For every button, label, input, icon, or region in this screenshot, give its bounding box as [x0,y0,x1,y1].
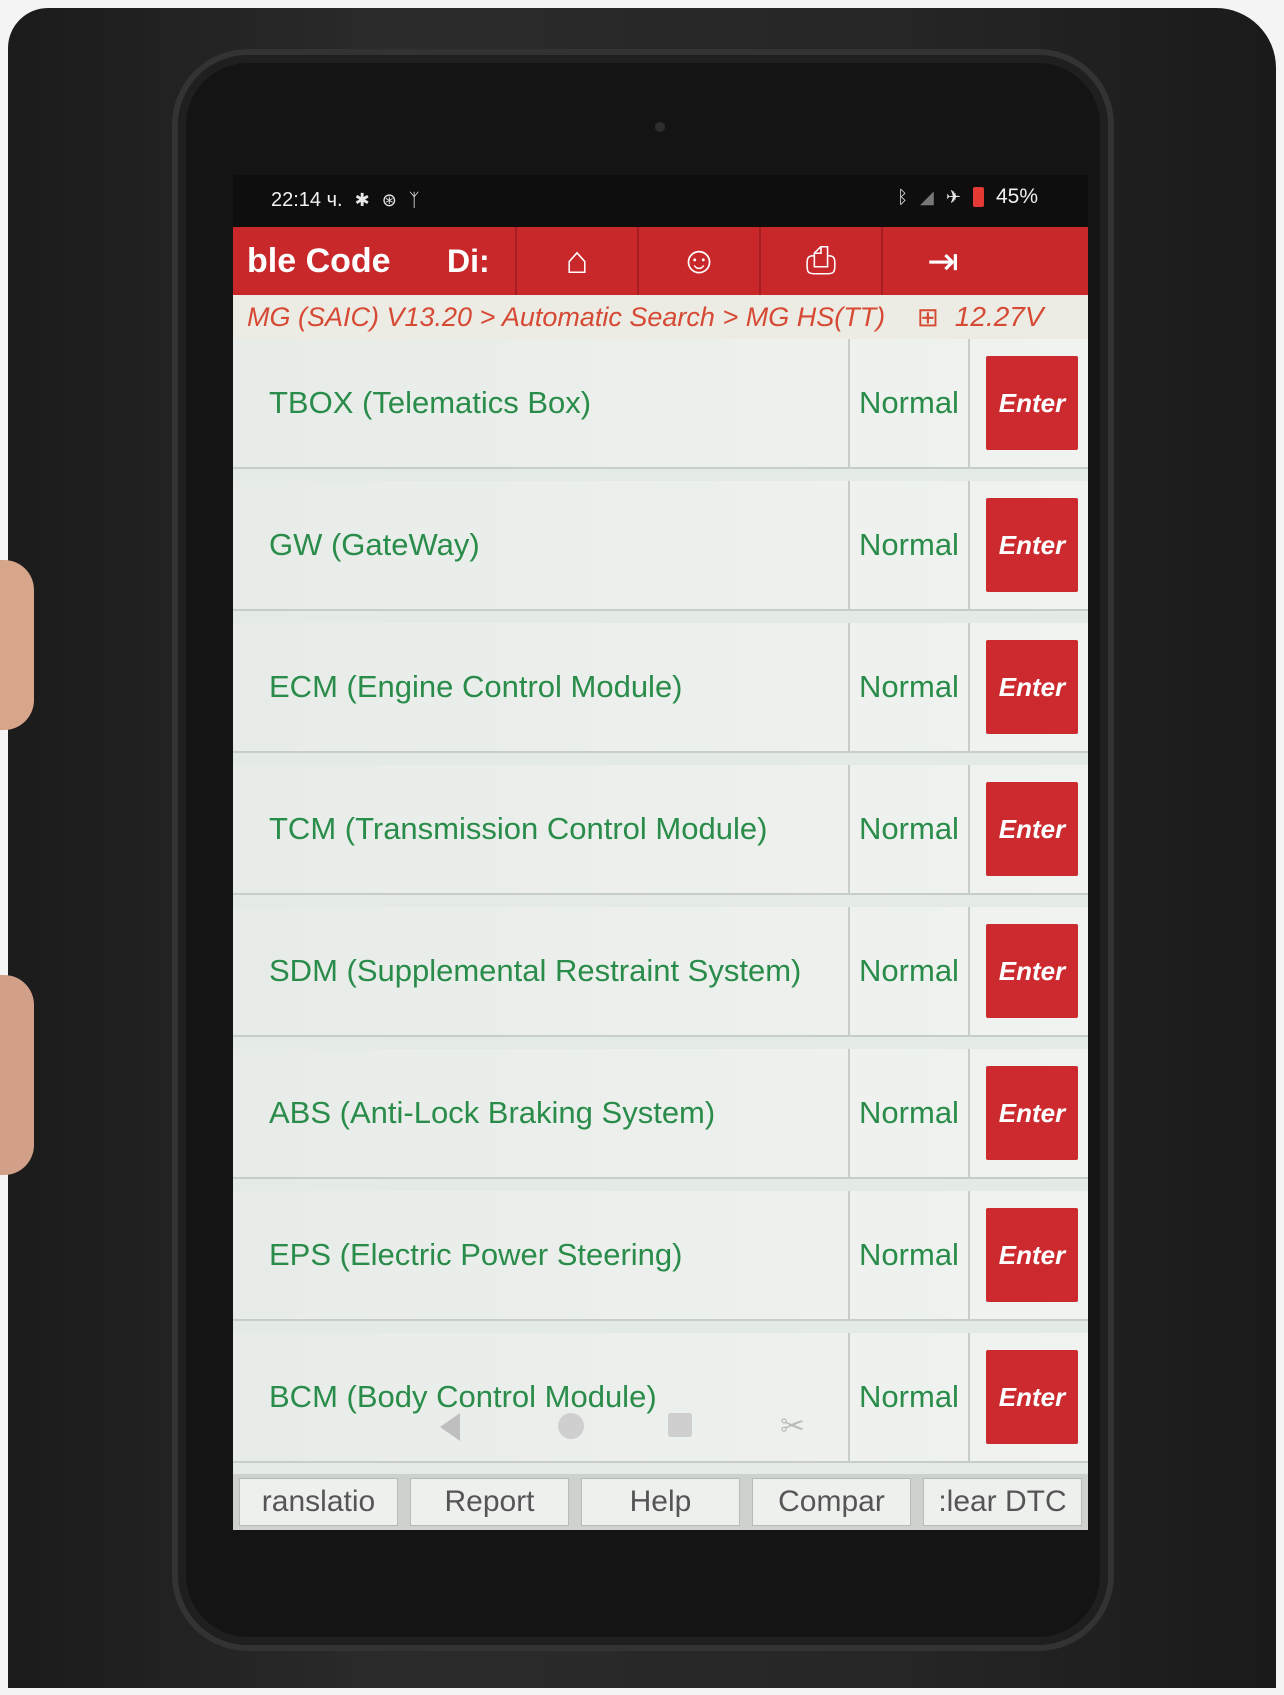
help-button[interactable]: Help [581,1478,740,1526]
usb-diagnostic-icon: ᛉ [408,190,420,210]
finger [0,560,34,730]
enter-button[interactable]: Enter [986,1066,1078,1160]
system-name: TBOX (Telematics Box) [269,385,592,420]
clock: 22:14 ч. [271,189,343,211]
system-name: ABS (Anti-Lock Braking System) [269,1095,716,1130]
signal-icon: ◢ [920,186,934,207]
tab-diagnostic[interactable]: Di: [447,243,515,280]
breadcrumb: MG (SAIC) V13.20 > Automatic Search > MG… [233,295,1088,339]
print-button[interactable]: ⎙ [759,227,881,295]
system-name: ECM (Engine Control Module) [269,669,683,704]
back-icon[interactable] [440,1413,460,1441]
airplane-icon: ✈ [945,186,961,207]
system-status: Normal [848,339,970,467]
android-nav-bar: ✂ [400,1405,820,1465]
system-name: GW (GateWay) [269,527,480,562]
support-agent-icon: ☺ [679,239,719,282]
system-row: ABS (Anti-Lock Braking System) Normal En… [233,1049,1088,1179]
page-title: ble Code [247,241,391,280]
enter-button[interactable]: Enter [986,924,1078,1018]
exit-button[interactable]: ⇥ [881,227,1003,295]
breadcrumb-path: MG (SAIC) V13.20 > Automatic Search > MG… [247,301,886,332]
system-name: EPS (Electric Power Steering) [269,1237,683,1272]
home-button[interactable]: ⌂ [515,227,637,295]
screenshot-icon[interactable]: ✂ [780,1409,805,1444]
system-list: TBOX (Telematics Box) Normal Enter GW (G… [233,339,1088,1474]
system-name: TCM (Transmission Control Module) [269,811,768,846]
translation-button[interactable]: ranslatio [239,1478,398,1526]
system-row: GW (GateWay) Normal Enter [233,481,1088,611]
enter-button[interactable]: Enter [986,1350,1078,1444]
enter-button[interactable]: Enter [986,1208,1078,1302]
enter-button[interactable]: Enter [986,640,1078,734]
system-status: Normal [848,1191,970,1319]
car-battery-icon: ⊞ [917,301,939,332]
enter-button[interactable]: Enter [986,356,1078,450]
system-row: TCM (Transmission Control Module) Normal… [233,765,1088,895]
system-name: SDM (Supplemental Restraint System) [269,953,802,988]
battery-icon [972,187,984,207]
battery-percent: 45% [995,185,1038,208]
system-status: Normal [848,765,970,893]
finger [0,975,34,1175]
system-row: ECM (Engine Control Module) Normal Enter [233,623,1088,753]
system-row: EPS (Electric Power Steering) Normal Ent… [233,1191,1088,1321]
app-toolbar: ble Code Di: ⌂ ☺ ⎙ ⇥ [233,227,1088,295]
system-status: Normal [848,1333,970,1461]
support-button[interactable]: ☺ [637,227,759,295]
recent-apps-icon[interactable] [668,1413,692,1437]
clear-dtc-button[interactable]: :lear DTC [923,1478,1082,1526]
battery-voltage: 12.27V [954,301,1044,332]
home-icon: ⌂ [565,239,589,282]
system-status: Normal [848,623,970,751]
status-bar: 22:14 ч. ✱ ⊛ ᛉ ᛒ ◢ ✈ 45% [233,175,1088,227]
system-status: Normal [848,1049,970,1177]
tablet-screen: 22:14 ч. ✱ ⊛ ᛉ ᛒ ◢ ✈ 45% ble Code Di: ⌂ … [233,175,1088,1530]
system-row: TBOX (Telematics Box) Normal Enter [233,339,1088,469]
bluetooth-circle-icon: ⊛ [381,190,397,210]
gear-icon: ✱ [354,190,370,210]
enter-button[interactable]: Enter [986,782,1078,876]
system-row: SDM (Supplemental Restraint System) Norm… [233,907,1088,1037]
compare-button[interactable]: Compar [752,1478,911,1526]
camera-icon [655,122,665,132]
exit-icon: ⇥ [927,240,959,283]
home-circle-icon[interactable] [558,1413,584,1439]
enter-button[interactable]: Enter [986,498,1078,592]
bluetooth-icon: ᛒ [897,186,909,207]
report-button[interactable]: Report [410,1478,569,1526]
action-bar: ranslatio Report Help Compar :lear DTC [233,1474,1088,1530]
system-status: Normal [848,481,970,609]
printer-icon: ⎙ [805,239,837,282]
system-status: Normal [848,907,970,1035]
